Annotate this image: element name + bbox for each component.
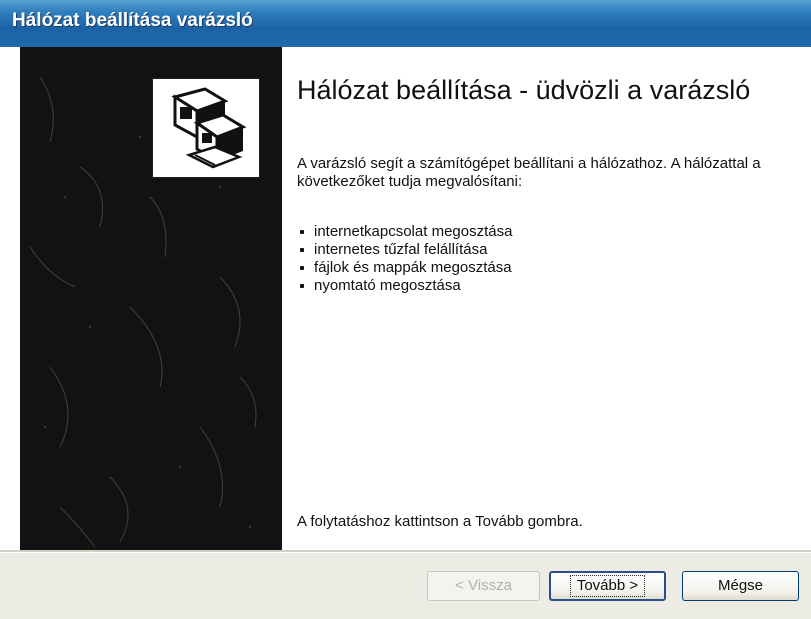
intro-text: A varázsló segít a számítógépet beállíta… [297, 155, 761, 190]
button-divider [0, 550, 811, 553]
continue-hint: A folytatáshoz kattintson a Tovább gombr… [297, 513, 583, 530]
list-item: nyomtató megosztása [297, 277, 512, 295]
list-item: internetes tűzfal felállítása [297, 241, 512, 259]
network-computers-icon [171, 87, 247, 169]
wizard-window: Hálózat beállítása varázsló Hálózat beál… [0, 0, 811, 619]
wizard-icon-box [152, 78, 260, 178]
window-title: Hálózat beállítása varázsló [12, 10, 253, 31]
list-item: fájlok és mappák megosztása [297, 259, 512, 277]
page-title: Hálózat beállítása - üdvözli a varázsló [297, 75, 751, 105]
title-bar[interactable]: Hálózat beállítása varázsló [0, 0, 811, 47]
back-button-label: < Vissza [455, 577, 512, 594]
cancel-button-label: Mégse [717, 577, 764, 594]
list-item: internetkapcsolat megosztása [297, 223, 512, 241]
next-button-label: Tovább > [569, 575, 646, 597]
back-button[interactable]: < Vissza [427, 571, 540, 601]
feature-list: internetkapcsolat megosztása internetes … [297, 223, 512, 295]
next-button[interactable]: Tovább > [549, 571, 666, 601]
cancel-button[interactable]: Mégse [682, 571, 799, 601]
